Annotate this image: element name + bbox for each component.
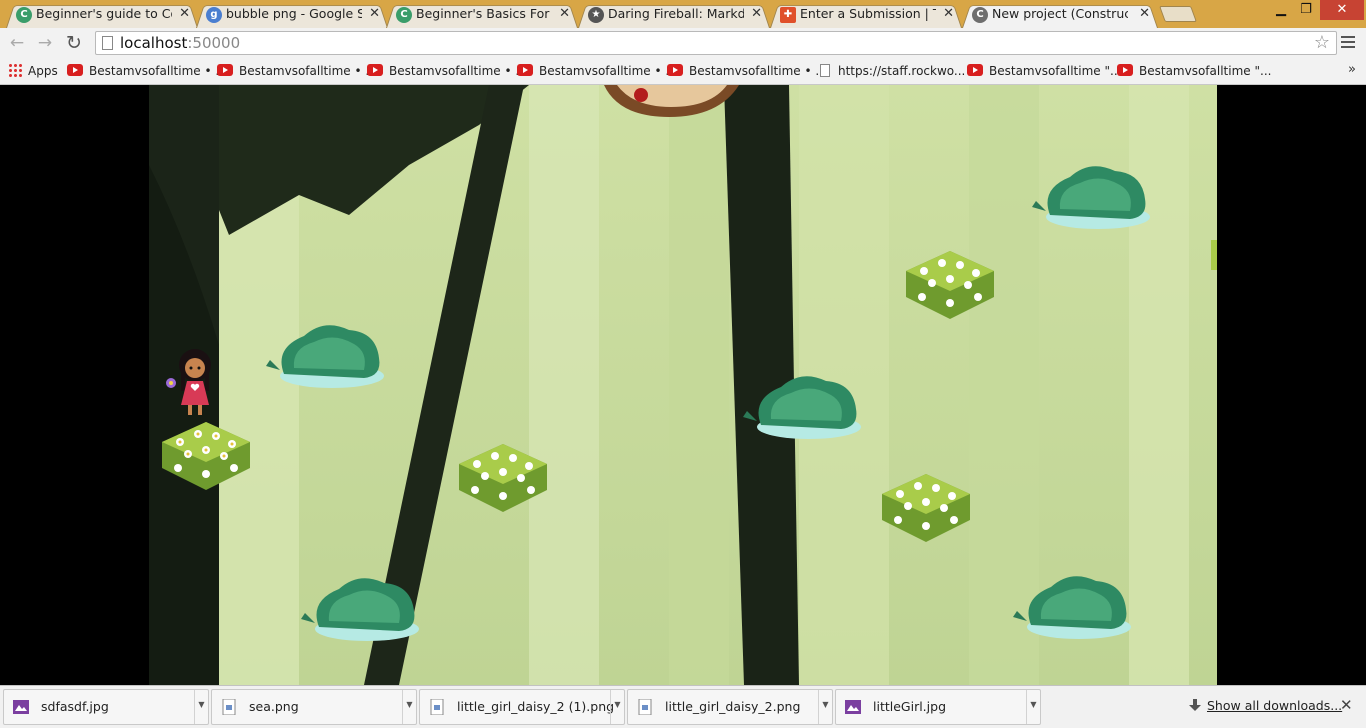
chevron-down-icon[interactable]: ▼ (818, 690, 832, 724)
minimize-button[interactable]: ▁ (1268, 0, 1294, 20)
youtube-icon (967, 64, 983, 76)
bookmark-item[interactable]: Bestamvsofalltime • ... (367, 62, 527, 80)
back-button[interactable]: ← (5, 31, 29, 55)
close-tab-icon[interactable]: ✕ (1139, 3, 1150, 25)
png-file-icon (638, 699, 652, 715)
bush-platform (301, 578, 419, 641)
close-shelf-icon[interactable]: ✕ (1340, 696, 1353, 714)
download-shelf: sdfasdf.jpg ▼ sea.png ▼ little_girl_dais… (0, 685, 1366, 728)
close-tab-icon[interactable]: ✕ (559, 3, 570, 25)
chrome-menu-icon[interactable] (1341, 36, 1355, 48)
youtube-icon (667, 64, 683, 76)
tab-2[interactable]: g bubble png - Google Sear ✕ (196, 3, 388, 28)
bookmark-apps[interactable]: Apps (8, 62, 58, 80)
game-viewport (0, 85, 1366, 685)
star-icon: ★ (588, 7, 604, 23)
little-girl-player (166, 349, 211, 415)
puzzle-icon: ✚ (780, 7, 796, 23)
image-file-icon (13, 700, 29, 714)
bookmark-item[interactable]: Bestamvsofalltime "... (1117, 62, 1271, 80)
page-icon (820, 64, 830, 77)
bookmark-item[interactable]: Bestamvsofalltime • ... (667, 62, 827, 80)
tab-3[interactable]: C Beginner's Basics For Con ✕ (386, 3, 578, 28)
bush-platform (1032, 166, 1150, 229)
close-tab-icon[interactable]: ✕ (751, 3, 762, 25)
url-text: localhost:50000 (120, 34, 241, 52)
png-file-icon (222, 699, 236, 715)
chevron-down-icon[interactable]: ▼ (194, 690, 208, 724)
construct-icon: C (972, 7, 988, 23)
download-item[interactable]: sdfasdf.jpg ▼ (3, 689, 209, 725)
download-filename: little_girl_daisy_2.png (665, 699, 801, 714)
page-icon (102, 36, 113, 50)
download-item[interactable]: little_girl_daisy_2.png ▼ (627, 689, 833, 725)
show-all-downloads-link[interactable]: Show all downloads... (1189, 698, 1342, 713)
browser-toolbar: ← → ↻ localhost:50000 ☆ (0, 28, 1366, 58)
download-filename: littleGirl.jpg (873, 699, 946, 714)
chevron-down-icon[interactable]: ▼ (402, 690, 416, 724)
bookmark-item[interactable]: https://staff.rockwo... (820, 62, 965, 80)
download-item[interactable]: sea.png ▼ (211, 689, 417, 725)
bookmark-star-icon[interactable]: ☆ (1314, 32, 1330, 54)
tab-strip: C Beginner's guide to Const ✕ g bubble p… (0, 0, 1366, 28)
game-canvas[interactable] (149, 85, 1217, 685)
tab-title: Daring Fireball: Markdown (608, 6, 744, 21)
bookmark-item[interactable]: Bestamvsofalltime • ... (67, 62, 227, 80)
bookmark-item[interactable]: Bestamvsofalltime • ... (517, 62, 677, 80)
partial-sprite-edge (1211, 240, 1217, 270)
png-file-icon (430, 699, 444, 715)
tab-title: Beginner's Basics For Con (416, 6, 552, 21)
bookmarks-overflow-button[interactable]: » (1348, 62, 1356, 77)
tab-4[interactable]: ★ Daring Fireball: Markdown ✕ (578, 3, 770, 28)
daisy-block-platform (906, 251, 994, 319)
bush-platform (743, 376, 861, 439)
bush-platform (266, 325, 384, 388)
download-filename: sea.png (249, 699, 299, 714)
chevron-down-icon[interactable]: ▼ (1026, 690, 1040, 724)
download-item[interactable]: littleGirl.jpg ▼ (835, 689, 1041, 725)
construct-icon: C (16, 7, 32, 23)
tab-title: New project (Construct 2 | (992, 6, 1128, 21)
youtube-icon (517, 64, 533, 76)
youtube-icon (367, 64, 383, 76)
tab-5[interactable]: ✚ Enter a Submission | Tino ✕ (770, 3, 962, 28)
download-arrow-icon (1189, 699, 1201, 711)
window-close-button[interactable]: ✕ (1320, 0, 1364, 20)
youtube-icon (67, 64, 83, 76)
forward-button[interactable]: → (33, 31, 57, 55)
bookmark-item[interactable]: Bestamvsofalltime "... (967, 62, 1121, 80)
daisy-block-platform (882, 474, 970, 542)
download-filename: sdfasdf.jpg (41, 699, 109, 714)
image-file-icon (845, 700, 861, 714)
download-filename: little_girl_daisy_2 (1).png (457, 699, 615, 714)
reload-button[interactable]: ↻ (62, 31, 86, 55)
maximize-button[interactable]: ❐ (1294, 0, 1318, 20)
bush-platform (1013, 576, 1131, 639)
tab-title: Beginner's guide to Const (36, 6, 172, 21)
new-tab-button[interactable] (1159, 6, 1197, 22)
daisy-block-platform (459, 444, 547, 512)
tab-title: bubble png - Google Sear (226, 6, 362, 21)
close-tab-icon[interactable]: ✕ (179, 3, 190, 25)
chevron-down-icon[interactable]: ▼ (610, 690, 624, 724)
bookmark-item[interactable]: Bestamvsofalltime • ... (217, 62, 377, 80)
apps-grid-icon (8, 63, 22, 77)
close-tab-icon[interactable]: ✕ (943, 3, 954, 25)
bookmarks-bar: Apps Bestamvsofalltime • ... Bestamvsofa… (0, 58, 1366, 85)
tab-1[interactable]: C Beginner's guide to Const ✕ (6, 3, 198, 28)
tab-6-active[interactable]: C New project (Construct 2 | ✕ (962, 3, 1158, 28)
daisy-block-platform (162, 422, 250, 490)
youtube-icon (217, 64, 233, 76)
tab-title: Enter a Submission | Tino (800, 6, 936, 21)
download-item[interactable]: little_girl_daisy_2 (1).png ▼ (419, 689, 625, 725)
construct-icon: C (396, 7, 412, 23)
google-icon: g (206, 7, 222, 23)
youtube-icon (1117, 64, 1133, 76)
close-tab-icon[interactable]: ✕ (369, 3, 380, 25)
address-bar[interactable]: localhost:50000 ☆ (95, 31, 1337, 55)
